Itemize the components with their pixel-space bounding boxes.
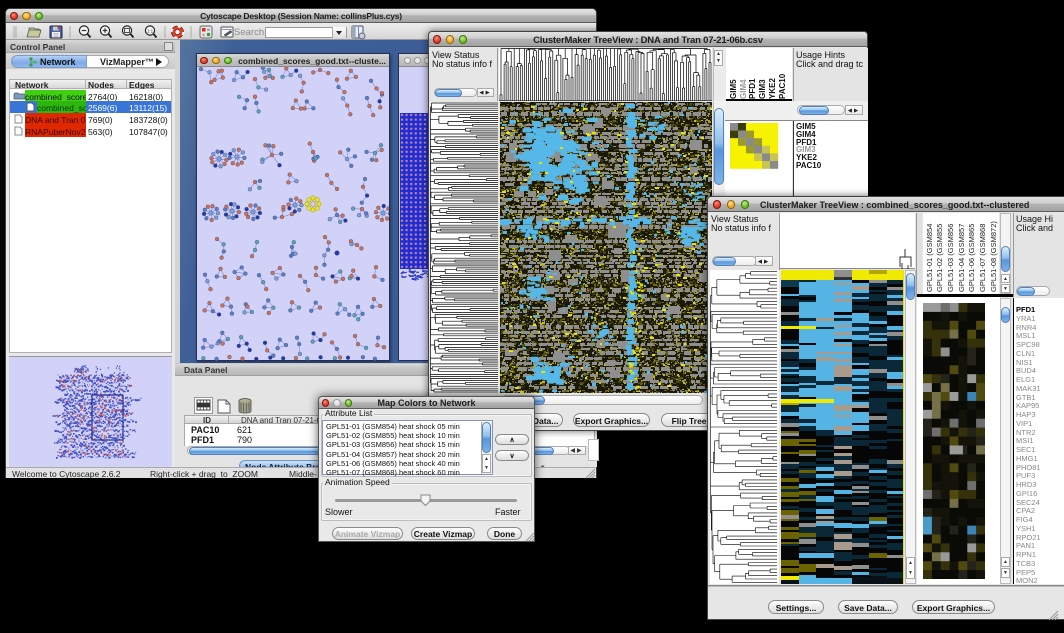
svg-text:1:1: 1:1 [147,29,154,34]
